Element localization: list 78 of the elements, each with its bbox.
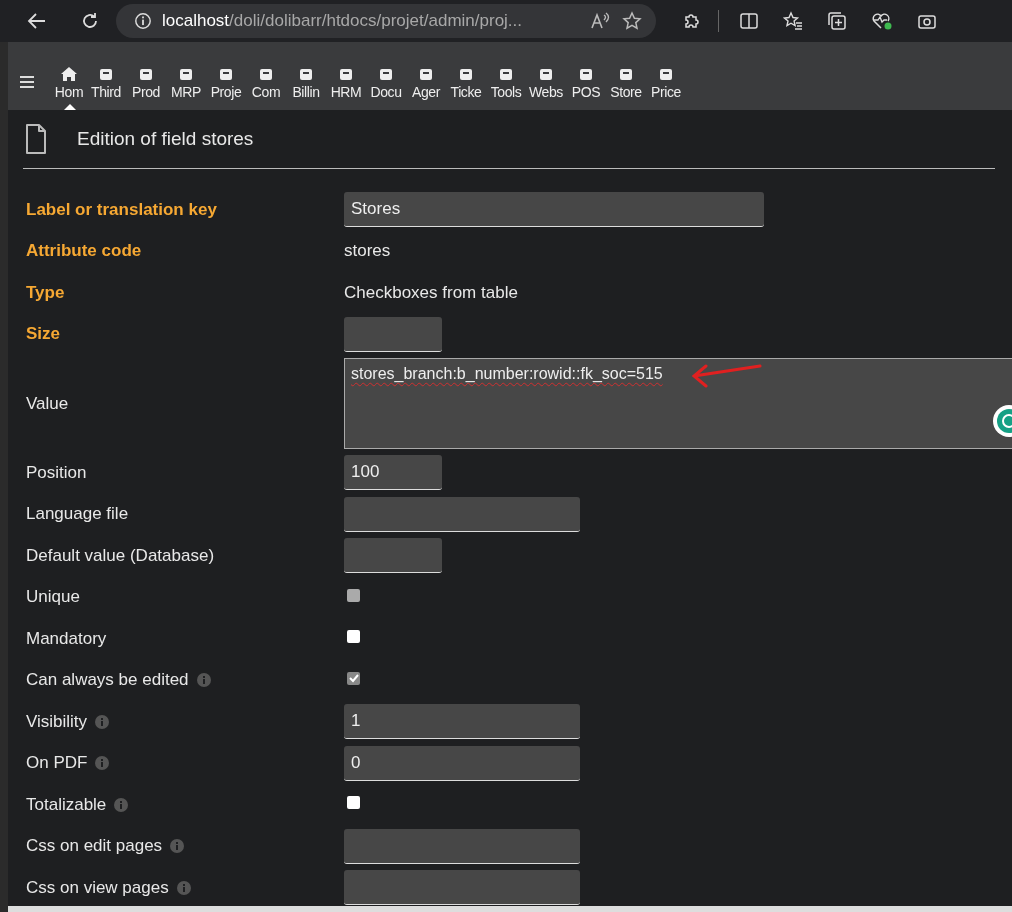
input-field[interactable]: 100	[344, 455, 442, 491]
address-bar[interactable]: localhost/doli/dolibarr/htdocs/projet/admin/proj...	[116, 4, 656, 38]
menu-tab[interactable]: Ticke	[446, 67, 486, 110]
menu-tab[interactable]: Com	[246, 67, 286, 110]
menu-tab[interactable]: HRM	[326, 67, 366, 110]
input-field[interactable]	[344, 828, 580, 864]
module-icon	[339, 67, 353, 81]
field-label: Position	[26, 462, 87, 483]
home-icon	[61, 67, 77, 81]
menu-tab[interactable]: Docu	[366, 67, 406, 110]
field-label: On PDF	[26, 753, 88, 774]
textarea-field[interactable]: stores_branch:b_number:rowid::fk_soc=515	[344, 358, 1012, 449]
menu-tab[interactable]: Tools	[486, 67, 526, 110]
module-icon	[659, 67, 673, 81]
module-icon	[459, 67, 473, 81]
module-icon	[179, 67, 193, 81]
read-aloud-icon[interactable]	[590, 11, 612, 31]
reload-icon[interactable]	[80, 11, 100, 31]
menu-tab[interactable]: Ager	[406, 67, 446, 110]
field-label: Unique	[26, 587, 80, 608]
info-icon[interactable]	[134, 12, 152, 30]
field-label: Totalizable	[26, 794, 107, 815]
document-icon	[25, 124, 47, 154]
module-icon	[299, 67, 313, 81]
module-icon	[579, 67, 593, 81]
field-label: Size	[26, 324, 61, 345]
menu-tab[interactable]: Proje	[206, 67, 246, 110]
input-field[interactable]	[344, 496, 580, 532]
menu-icon[interactable]	[20, 76, 34, 88]
field-label: Can always be edited	[26, 670, 189, 691]
field-label: Default value (Database)	[26, 545, 215, 566]
field-label: Value	[26, 393, 69, 414]
input-field[interactable]: Stores	[344, 192, 764, 228]
field-label: Label or translation key	[26, 199, 217, 220]
field-label: Css on edit pages	[26, 836, 163, 857]
menu-tab[interactable]: POS	[566, 67, 606, 110]
module-icon	[139, 67, 153, 81]
field-label: Mandatory	[26, 628, 107, 649]
back-icon[interactable]	[26, 11, 48, 31]
assistant-icon[interactable]	[992, 404, 1012, 438]
heart-pulse-icon[interactable]	[871, 11, 893, 31]
field-label: Language file	[26, 504, 129, 525]
puzzle-icon[interactable]	[682, 11, 702, 31]
favorites-icon[interactable]	[783, 11, 803, 31]
field-value: Checkboxes from table	[344, 282, 518, 303]
module-icon	[539, 67, 553, 81]
page-title: Edition of field stores	[77, 128, 254, 150]
module-icon	[619, 67, 633, 81]
checkbox[interactable]	[347, 630, 360, 644]
field-label: Attribute code	[26, 241, 142, 262]
input-field[interactable]	[344, 870, 580, 906]
input-field[interactable]: 0	[344, 745, 580, 781]
input-field[interactable]: 1	[344, 704, 580, 740]
menu-tab[interactable]: Third	[86, 67, 126, 110]
module-icon	[379, 67, 393, 81]
arrow-drawing	[690, 362, 762, 388]
module-icon	[499, 67, 513, 81]
input-field[interactable]	[344, 316, 442, 352]
checkbox[interactable]	[347, 796, 360, 810]
menu-tab[interactable]: Price	[646, 67, 686, 110]
field-label: Type	[26, 282, 65, 303]
module-icon	[259, 67, 273, 81]
menu-tab[interactable]: Store	[606, 67, 646, 110]
menu-tab[interactable]: Prod	[126, 67, 166, 110]
collections-icon[interactable]	[827, 11, 847, 31]
field-value: stores	[344, 241, 391, 262]
star-icon[interactable]	[622, 11, 642, 31]
menu-tab[interactable]: Billin	[286, 67, 326, 110]
url-text: localhost/doli/dolibarr/htdocs/projet/admin/proj...	[162, 11, 524, 31]
field-label: Css on view pages	[26, 877, 169, 898]
input-field[interactable]	[344, 538, 442, 574]
menu-tab[interactable]: Webs	[526, 67, 566, 110]
module-icon	[99, 67, 113, 81]
module-icon	[219, 67, 233, 81]
menu-tab[interactable]: MRP	[166, 67, 206, 110]
module-icon	[419, 67, 433, 81]
field-label: Visibility	[26, 711, 88, 732]
split-screen-icon[interactable]	[739, 11, 759, 31]
